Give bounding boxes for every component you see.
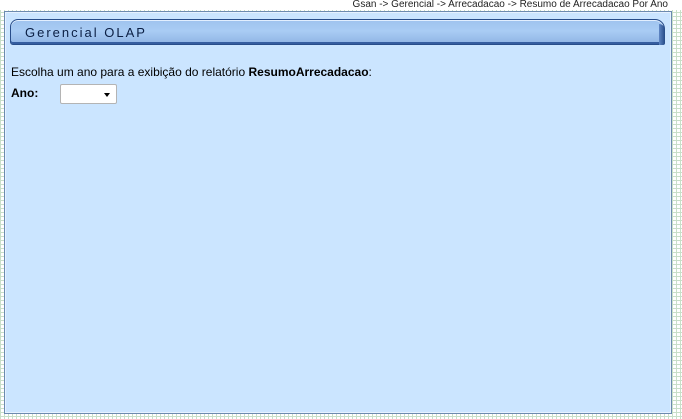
instruction-prefix: Escolha um ano para a exibição do relató… (11, 65, 249, 79)
main-panel: Gerencial OLAP Escolha um ano para a exi… (4, 11, 672, 414)
chevron-down-icon (104, 93, 110, 97)
year-select[interactable] (60, 84, 117, 104)
report-name: ResumoArrecadacao (248, 65, 369, 79)
panel-title-bar: Gerencial OLAP (10, 19, 665, 45)
breadcrumb-bar: Gsan -> Gerencial -> Arrecadacao -> Resu… (0, 0, 682, 10)
page-title: Gerencial OLAP (25, 25, 147, 40)
breadcrumb: Gsan -> Gerencial -> Arrecadacao -> Resu… (352, 0, 668, 10)
instruction-text: Escolha um ano para a exibição do relató… (11, 65, 372, 79)
instruction-suffix: : (368, 65, 372, 79)
year-label: Ano: (11, 86, 39, 100)
